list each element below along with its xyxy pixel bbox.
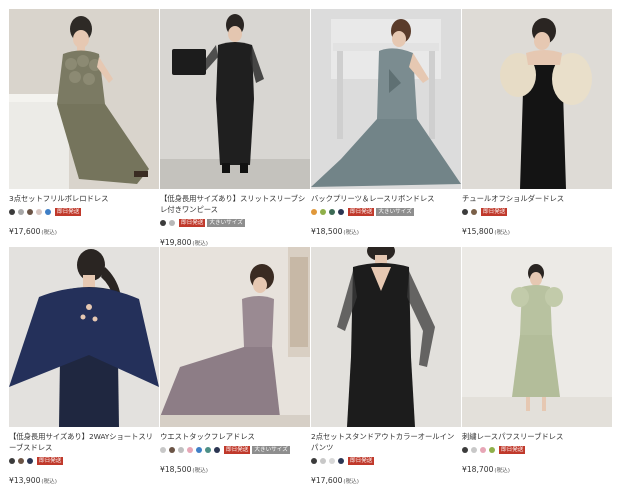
color-swatch[interactable] bbox=[329, 458, 335, 464]
color-swatch[interactable] bbox=[27, 458, 33, 464]
product-card[interactable]: 【低身長用サイズあり】2WAYショートスリーブスドレス 即日発送 ¥13,900… bbox=[9, 247, 159, 485]
color-swatches: 即日発送 大きいサイズ bbox=[160, 445, 310, 455]
same-day-shipping-badge: 即日発送 bbox=[348, 208, 375, 216]
product-card[interactable]: チュールオフショルダードレス 即日発送 ¥15,800(税込) bbox=[462, 9, 612, 236]
large-size-badge: 大きいサイズ bbox=[207, 219, 245, 227]
product-price: ¥13,900(税込) bbox=[9, 476, 159, 485]
color-swatches: 即日発送 大きいサイズ bbox=[160, 218, 310, 228]
color-swatch[interactable] bbox=[27, 209, 33, 215]
product-price: ¥15,800(税込) bbox=[462, 227, 612, 236]
product-title[interactable]: 2点セットスタンドアウトカラーオールインパンツ bbox=[311, 431, 461, 453]
product-price: ¥18,700(税込) bbox=[462, 465, 612, 474]
color-swatch[interactable] bbox=[205, 447, 211, 453]
price-value: ¥13,900 bbox=[9, 476, 41, 485]
color-swatch[interactable] bbox=[45, 209, 51, 215]
tax-note: (税込) bbox=[41, 230, 57, 236]
tax-note: (税込) bbox=[192, 468, 208, 474]
price-value: ¥18,500 bbox=[160, 465, 192, 474]
color-swatch[interactable] bbox=[462, 447, 468, 453]
color-swatch[interactable] bbox=[160, 447, 166, 453]
color-swatches: 即日発送 bbox=[9, 456, 159, 466]
price-value: ¥18,500 bbox=[311, 227, 343, 236]
product-title[interactable]: 【低身長用サイズあり】スリットスリーブシレ付きワンピース bbox=[160, 193, 310, 215]
same-day-shipping-badge: 即日発送 bbox=[55, 208, 82, 216]
product-price: ¥17,600(税込) bbox=[311, 476, 461, 485]
price-value: ¥17,600 bbox=[9, 227, 41, 236]
product-image[interactable] bbox=[462, 9, 612, 189]
color-swatch[interactable] bbox=[9, 209, 15, 215]
price-value: ¥17,600 bbox=[311, 476, 343, 485]
price-value: ¥15,800 bbox=[462, 227, 494, 236]
color-swatch[interactable] bbox=[214, 447, 220, 453]
color-swatches: 即日発送 bbox=[9, 207, 159, 217]
color-swatch[interactable] bbox=[320, 458, 326, 464]
tax-note: (税込) bbox=[494, 230, 510, 236]
product-image[interactable] bbox=[9, 9, 159, 189]
same-day-shipping-badge: 即日発送 bbox=[224, 446, 251, 454]
price-value: ¥19,800 bbox=[160, 238, 192, 247]
product-title[interactable]: バックプリーツ＆レースリボンドレス bbox=[311, 193, 461, 204]
product-title[interactable]: ウエストタックフレアドレス bbox=[160, 431, 310, 442]
color-swatch[interactable] bbox=[18, 458, 24, 464]
color-swatch[interactable] bbox=[18, 209, 24, 215]
product-price: ¥17,600(税込) bbox=[9, 227, 159, 236]
color-swatch[interactable] bbox=[9, 458, 15, 464]
tax-note: (税込) bbox=[343, 230, 359, 236]
product-title[interactable]: チュールオフショルダードレス bbox=[462, 193, 612, 204]
color-swatch[interactable] bbox=[196, 447, 202, 453]
product-card[interactable]: バックプリーツ＆レースリボンドレス 即日発送 大きいサイズ ¥18,500(税込… bbox=[311, 9, 461, 236]
tax-note: (税込) bbox=[41, 479, 57, 485]
color-swatch[interactable] bbox=[169, 220, 175, 226]
same-day-shipping-badge: 即日発送 bbox=[37, 457, 64, 465]
color-swatch[interactable] bbox=[329, 209, 335, 215]
product-price: ¥19,800(税込) bbox=[160, 238, 310, 247]
product-grid: 3点セットフリルボレロドレス 即日発送 ¥17,600(税込) 【低身長用サイズ… bbox=[0, 0, 621, 489]
product-card[interactable]: 刺繍レースパフスリーブドレス 即日発送 ¥18,700(税込) bbox=[462, 247, 612, 474]
color-swatch[interactable] bbox=[311, 458, 317, 464]
color-swatch[interactable] bbox=[471, 447, 477, 453]
product-price: ¥18,500(税込) bbox=[311, 227, 461, 236]
color-swatch[interactable] bbox=[338, 209, 344, 215]
color-swatch[interactable] bbox=[489, 447, 495, 453]
same-day-shipping-badge: 即日発送 bbox=[481, 208, 508, 216]
color-swatches: 即日発送 bbox=[462, 207, 612, 217]
product-title[interactable]: 【低身長用サイズあり】2WAYショートスリーブスドレス bbox=[9, 431, 159, 453]
color-swatch[interactable] bbox=[187, 447, 193, 453]
tax-note: (税込) bbox=[494, 468, 510, 474]
product-image[interactable] bbox=[160, 247, 310, 427]
color-swatch[interactable] bbox=[178, 447, 184, 453]
large-size-badge: 大きいサイズ bbox=[252, 446, 290, 454]
tax-note: (税込) bbox=[343, 479, 359, 485]
product-image[interactable] bbox=[9, 247, 159, 427]
color-swatch[interactable] bbox=[169, 447, 175, 453]
product-card[interactable]: ウエストタックフレアドレス 即日発送 大きいサイズ ¥18,500(税込) bbox=[160, 247, 310, 474]
color-swatch[interactable] bbox=[311, 209, 317, 215]
color-swatch[interactable] bbox=[462, 209, 468, 215]
product-price: ¥18,500(税込) bbox=[160, 465, 310, 474]
product-image[interactable] bbox=[311, 9, 461, 189]
product-title[interactable]: 3点セットフリルボレロドレス bbox=[9, 193, 159, 204]
price-value: ¥18,700 bbox=[462, 465, 494, 474]
large-size-badge: 大きいサイズ bbox=[376, 208, 414, 216]
color-swatches: 即日発送 bbox=[311, 456, 461, 466]
color-swatch[interactable] bbox=[160, 220, 166, 226]
same-day-shipping-badge: 即日発送 bbox=[179, 219, 206, 227]
color-swatch[interactable] bbox=[471, 209, 477, 215]
color-swatch[interactable] bbox=[36, 209, 42, 215]
same-day-shipping-badge: 即日発送 bbox=[348, 457, 375, 465]
product-title[interactable]: 刺繍レースパフスリーブドレス bbox=[462, 431, 612, 442]
same-day-shipping-badge: 即日発送 bbox=[499, 446, 526, 454]
product-card[interactable]: 【低身長用サイズあり】スリットスリーブシレ付きワンピース 即日発送 大きいサイズ… bbox=[160, 9, 310, 247]
color-swatches: 即日発送 大きいサイズ bbox=[311, 207, 461, 217]
product-card[interactable]: 3点セットフリルボレロドレス 即日発送 ¥17,600(税込) bbox=[9, 9, 159, 236]
color-swatch[interactable] bbox=[338, 458, 344, 464]
color-swatch[interactable] bbox=[320, 209, 326, 215]
color-swatch[interactable] bbox=[480, 447, 486, 453]
product-card[interactable]: 2点セットスタンドアウトカラーオールインパンツ 即日発送 ¥17,600(税込) bbox=[311, 247, 461, 485]
product-image[interactable] bbox=[462, 247, 612, 427]
color-swatches: 即日発送 bbox=[462, 445, 612, 455]
product-image[interactable] bbox=[311, 247, 461, 427]
product-image[interactable] bbox=[160, 9, 310, 189]
